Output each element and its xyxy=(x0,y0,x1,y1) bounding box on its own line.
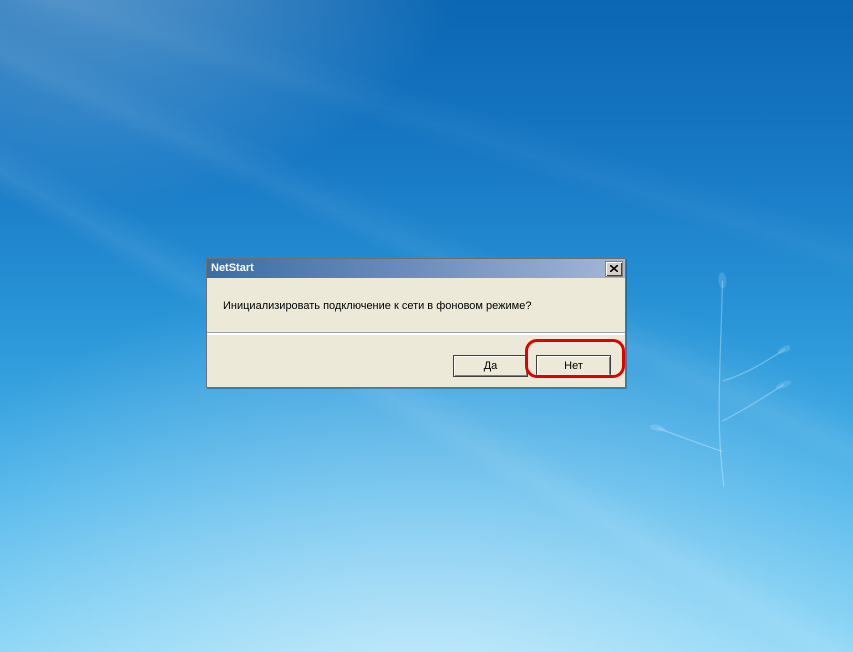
yes-button[interactable]: Да xyxy=(453,355,528,377)
background-plant xyxy=(622,264,804,500)
close-button[interactable] xyxy=(605,261,623,277)
dialog-titlebar[interactable]: NetStart xyxy=(207,259,625,278)
desktop-background: NetStart Инициализировать подключение к … xyxy=(0,0,853,652)
dialog-button-row: Да Нет xyxy=(207,347,625,387)
dialog-divider xyxy=(207,332,625,335)
no-button[interactable]: Нет xyxy=(536,355,611,377)
dialog-title: NetStart xyxy=(211,259,254,278)
close-icon xyxy=(610,265,618,272)
dialog-message: Инициализировать подключение к сети в фо… xyxy=(223,300,609,312)
dialog-body: Инициализировать подключение к сети в фо… xyxy=(207,278,625,347)
dialog-window: NetStart Инициализировать подключение к … xyxy=(206,258,626,388)
